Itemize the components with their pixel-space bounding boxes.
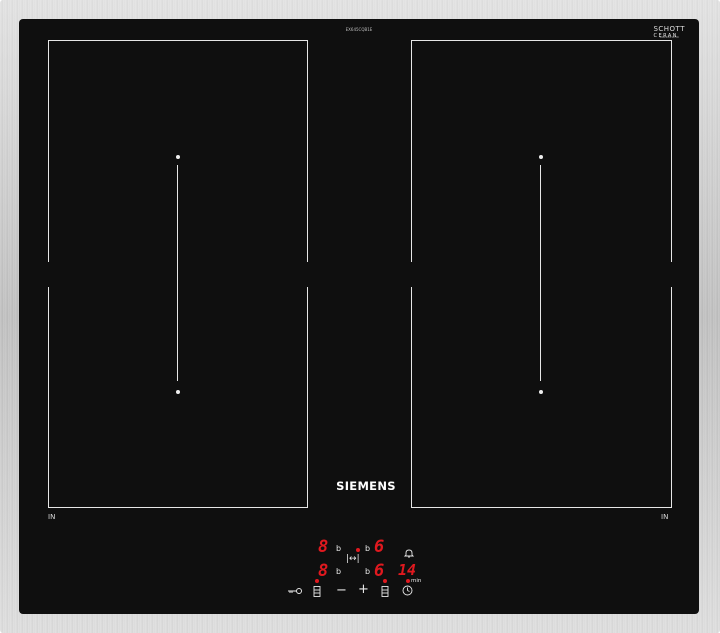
indicator-led [356, 548, 360, 552]
power-display-front-left: 8 [318, 561, 329, 581]
schott-text: SCHOTT [653, 25, 685, 33]
indicator-led [383, 579, 387, 583]
clock-icon[interactable] [402, 585, 413, 598]
power-display-front-right: 6 [374, 561, 385, 581]
minus-icon[interactable]: − [336, 584, 347, 597]
ceramic-glass-panel: EX645CQB1E SCHOTT CERAN 8001001230 IN IN… [19, 19, 699, 614]
zone-center-mark [176, 155, 180, 159]
indicator-led [315, 579, 319, 583]
indicator-led [406, 579, 410, 583]
bell-icon[interactable] [403, 548, 415, 562]
zone-center-mark [539, 155, 543, 159]
brand-logo: SIEMENS [336, 479, 396, 493]
schott-ceran-logo: SCHOTT CERAN 8001001230 [653, 25, 685, 39]
zone-select-icon[interactable] [313, 586, 321, 599]
power-display-rear-right: 6 [374, 537, 385, 557]
left-zone-label: IN [48, 513, 56, 521]
right-zone-label: IN [661, 513, 669, 521]
power-display-rear-left: 8 [318, 537, 329, 557]
timer-unit: min [411, 578, 422, 584]
booster-label: b [336, 567, 342, 576]
flex-zone-icon[interactable]: |↔| [346, 554, 360, 565]
zone-select-icon[interactable] [381, 586, 389, 599]
zone-center-mark [539, 390, 543, 394]
timer-display: 14 [398, 561, 417, 579]
zone-center-mark [176, 390, 180, 394]
ceran-text: CERAN [653, 33, 679, 39]
booster-label: b [365, 544, 371, 553]
booster-label: b [365, 567, 371, 576]
plus-icon[interactable]: + [358, 583, 369, 596]
child-lock-icon[interactable] [287, 586, 303, 598]
model-code: EX645CQB1E [345, 27, 373, 32]
booster-label: b [336, 544, 342, 553]
